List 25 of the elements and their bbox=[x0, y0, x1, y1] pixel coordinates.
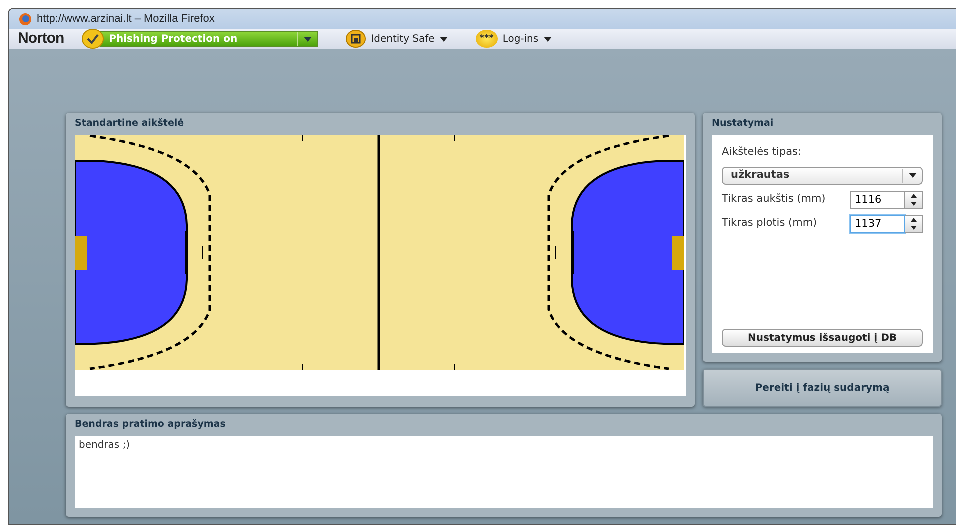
next-button[interactable]: Pereiti į fazių sudarymą bbox=[703, 369, 942, 407]
panel-title: Nustatymai bbox=[712, 117, 775, 131]
field-label: Tikras plotis (mm) bbox=[722, 216, 818, 231]
field-label: Aikštelės tipas: bbox=[722, 145, 803, 160]
password-icon: *** bbox=[476, 30, 498, 48]
lock-icon bbox=[346, 30, 366, 48]
identity-safe-menu[interactable]: Identity Safe bbox=[346, 30, 448, 48]
caret-icon bbox=[908, 173, 916, 178]
court-type-select[interactable]: užkrautas bbox=[722, 166, 923, 185]
phishing-label: Phishing Protection on bbox=[109, 32, 238, 46]
caret-icon bbox=[304, 36, 312, 42]
description-text: bendras ;) bbox=[79, 440, 130, 451]
browser-logo-icon bbox=[19, 12, 32, 26]
window-title: http://www.arzinai.lt – Mozilla Firefox bbox=[37, 12, 215, 27]
panel-title: Standartine aikštelė bbox=[75, 117, 186, 131]
logins-menu[interactable]: *** Log-ins bbox=[476, 30, 552, 48]
number-field[interactable]: 1116 bbox=[850, 190, 905, 209]
field-label: Tikras aukštis (mm) bbox=[722, 192, 826, 207]
brand-logo: Norton bbox=[18, 28, 64, 49]
panel-title: Bendras pratimo aprašymas bbox=[75, 418, 227, 432]
caret-icon bbox=[440, 36, 448, 42]
check-icon bbox=[82, 29, 104, 49]
number-field[interactable]: 1137 bbox=[850, 214, 905, 233]
caret-icon bbox=[544, 36, 552, 42]
save-button[interactable]: Nustatymus išsaugoti į DB bbox=[722, 329, 923, 347]
